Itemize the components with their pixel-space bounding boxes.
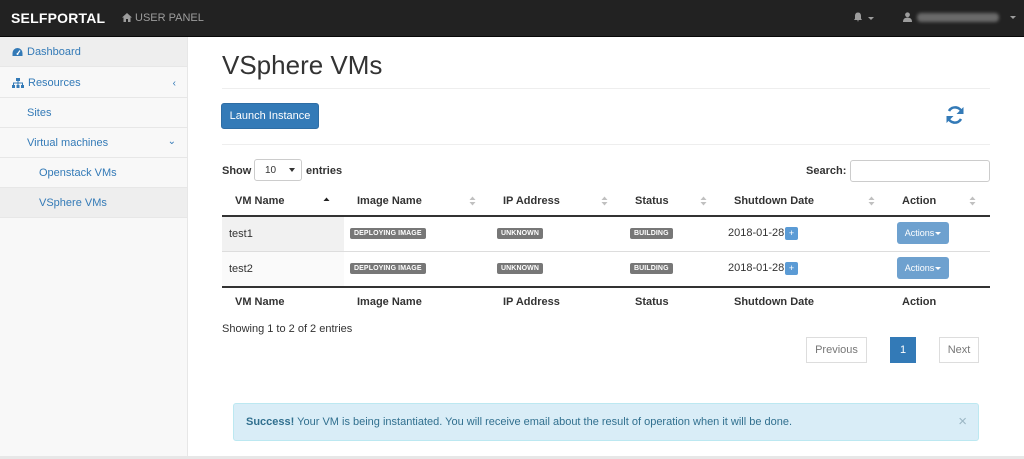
sidebar-item-label: Sites [27, 106, 52, 119]
user-panel-label: USER PANEL [135, 12, 204, 24]
actions-label: Actions [904, 228, 935, 238]
sidebar-item-openstack-vms[interactable]: Openstack VMs [0, 158, 187, 188]
sidebar-item-virtual-machines[interactable]: Virtual machines ⌄ [0, 128, 187, 158]
sidebar-item-label: Resources [28, 76, 81, 89]
sidebar-item-vsphere-vms[interactable]: VSphere VMs [0, 188, 187, 218]
column-footer-ip-address: IP Address [503, 296, 560, 308]
chevron-left-icon: ‹ [172, 78, 176, 89]
brand-logo[interactable]: SELFPORTAL [11, 10, 105, 26]
chevron-down-icon [868, 17, 874, 20]
user-icon [903, 12, 912, 22]
actions-label: Actions [904, 263, 935, 273]
alert-message: Your VM is being instantiated. You will … [294, 416, 793, 428]
column-header-status[interactable]: Status [635, 186, 669, 216]
entries-label: entries [306, 165, 343, 177]
image-name-badge: DEPLOYING IMAGE [350, 263, 426, 274]
column-footer-status: Status [635, 296, 669, 308]
dashboard-icon [12, 47, 23, 56]
search-label: Search: [806, 165, 847, 177]
sort-icon[interactable] [469, 196, 476, 206]
chevron-down-icon [935, 231, 942, 235]
column-header-vm-name[interactable]: VM Name [235, 186, 285, 216]
sidebar: Dashboard Resources ‹ Sites Virtual mach… [0, 37, 188, 459]
extend-date-button[interactable]: + [785, 227, 798, 240]
column-footer-action: Action [902, 296, 937, 308]
ip-address-badge: UNKNOWN [497, 263, 544, 274]
chevron-down-icon [935, 266, 942, 270]
column-header-action[interactable]: Action [902, 186, 936, 216]
success-alert: Success! Your VM is being instantiated. … [233, 403, 979, 441]
status-badge: BUILDING [630, 263, 673, 274]
page-title: VSphere VMs [222, 50, 383, 80]
column-footer-image-name: Image Name [357, 296, 422, 308]
column-footer-vm-name: VM Name [235, 296, 285, 308]
actions-dropdown-button[interactable]: Actions [897, 222, 949, 244]
sort-icon[interactable] [969, 196, 976, 206]
table-footer-border [222, 286, 990, 288]
user-name-redacted [917, 12, 999, 22]
alert-title: Success! [246, 416, 295, 428]
sitemap-icon [12, 77, 24, 88]
sidebar-item-label: Dashboard [27, 45, 81, 58]
bell-icon [854, 12, 862, 22]
sidebar-item-label: VSphere VMs [39, 196, 107, 209]
column-header-image-name[interactable]: Image Name [357, 186, 422, 216]
page-length-select[interactable]: 10 [254, 159, 302, 181]
table-row: test2 DEPLOYING IMAGE UNKNOWN BUILDING 2… [222, 252, 990, 287]
pagination-next[interactable]: Next [939, 337, 979, 363]
sort-icon[interactable] [700, 196, 707, 206]
column-footer-shutdown-date: Shutdown Date [734, 296, 815, 308]
chevron-down-icon [1010, 15, 1016, 19]
notifications-dropdown[interactable] [853, 12, 874, 25]
divider [222, 88, 990, 89]
chevron-down-icon [289, 168, 295, 172]
ip-address-badge: UNKNOWN [497, 228, 544, 239]
home-icon [122, 13, 132, 22]
refresh-icon [946, 106, 964, 124]
sort-asc-icon[interactable] [323, 196, 330, 204]
table-info: Showing 1 to 2 of 2 entries [222, 323, 353, 335]
close-icon[interactable]: × [958, 413, 967, 430]
status-badge: BUILDING [630, 228, 673, 239]
sidebar-item-resources[interactable]: Resources ‹ [0, 68, 187, 98]
pagination-page-1[interactable]: 1 [890, 337, 916, 363]
user-menu-dropdown[interactable] [903, 12, 1016, 22]
column-header-shutdown-date[interactable]: Shutdown Date [734, 186, 814, 216]
column-header-ip-address[interactable]: IP Address [503, 186, 560, 216]
sidebar-item-dashboard[interactable]: Dashboard [0, 37, 187, 67]
extend-date-button[interactable]: + [785, 262, 798, 275]
top-navbar: SELFPORTAL USER PANEL [0, 0, 1024, 37]
sidebar-item-label: Openstack VMs [39, 166, 117, 179]
sort-icon[interactable] [601, 196, 608, 206]
launch-instance-button[interactable]: Launch Instance [221, 103, 319, 129]
sidebar-item-label: Virtual machines [27, 136, 109, 149]
refresh-button[interactable] [944, 104, 966, 129]
sort-icon[interactable] [868, 196, 875, 206]
show-label: Show [222, 165, 252, 177]
shutdown-date: 2018-01-28 [728, 227, 785, 239]
actions-dropdown-button[interactable]: Actions [897, 257, 949, 279]
user-panel-link[interactable]: USER PANEL [122, 12, 204, 24]
vm-name-cell: test2 [222, 252, 344, 286]
shutdown-date: 2018-01-28 [728, 262, 785, 274]
table-row: test1 DEPLOYING IMAGE UNKNOWN BUILDING 2… [222, 217, 990, 252]
sidebar-item-sites[interactable]: Sites [0, 98, 187, 128]
search-input[interactable] [850, 160, 990, 182]
divider [222, 144, 990, 145]
chevron-down-icon: ⌄ [167, 136, 176, 147]
pagination-previous[interactable]: Previous [806, 337, 867, 363]
page-length-value: 10 [265, 165, 277, 176]
image-name-badge: DEPLOYING IMAGE [350, 228, 426, 239]
vm-name-cell: test1 [222, 217, 344, 251]
